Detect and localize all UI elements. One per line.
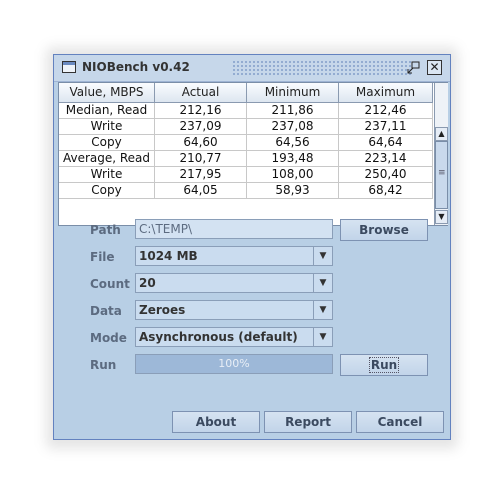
title-bar-grip (232, 60, 412, 76)
chevron-down-icon[interactable]: ▼ (313, 301, 332, 319)
table-cell: 250,40 (339, 167, 433, 182)
count-select-value: 20 (139, 276, 156, 290)
mode-label: Mode (90, 331, 127, 345)
table-row[interactable]: Write 217,95 108,00 250,40 (59, 167, 433, 183)
table-cell: 237,09 (155, 119, 247, 134)
run-button[interactable]: Run (340, 354, 428, 376)
table-cell: 210,77 (155, 151, 247, 166)
chevron-down-icon[interactable]: ▼ (313, 274, 332, 292)
table-cell: 68,42 (339, 183, 433, 198)
table-cell: Write (59, 119, 155, 134)
progress-text: 100% (218, 357, 250, 370)
table-cell: 217,95 (155, 167, 247, 182)
column-header[interactable]: Value, MBPS (59, 83, 155, 102)
close-icon[interactable]: ✕ (427, 60, 442, 75)
count-select[interactable]: 20 ▼ (135, 273, 333, 293)
scroll-up-arrow-icon[interactable]: ▲ (435, 127, 448, 141)
results-table: Value, MBPS Actual Minimum Maximum Media… (58, 82, 448, 226)
restore-icon[interactable] (406, 60, 421, 75)
table-cell: 212,46 (339, 103, 433, 118)
title-bar[interactable]: NIOBench v0.42 ✕ (54, 55, 450, 82)
table-row[interactable]: Copy 64,05 58,93 68,42 (59, 183, 433, 199)
run-button-label: Run (368, 357, 400, 373)
cancel-button[interactable]: Cancel (356, 411, 444, 433)
table-cell: 64,64 (339, 135, 433, 150)
table-cell: 58,93 (247, 183, 339, 198)
table-cell: Copy (59, 135, 155, 150)
mode-select[interactable]: Asynchronous (default) ▼ (135, 327, 333, 347)
run-label: Run (90, 358, 117, 372)
mode-select-value: Asynchronous (default) (139, 330, 298, 344)
path-label: Path (90, 223, 121, 237)
progress-bar: 100% (135, 354, 333, 374)
path-input[interactable]: C:\TEMP\ (135, 219, 333, 239)
table-row[interactable]: Copy 64,60 64,56 64,64 (59, 135, 433, 151)
table-cell: Write (59, 167, 155, 182)
table-cell: Copy (59, 183, 155, 198)
table-cell: 193,48 (247, 151, 339, 166)
table-cell: 64,05 (155, 183, 247, 198)
table-cell: Average, Read (59, 151, 155, 166)
data-select[interactable]: Zeroes ▼ (135, 300, 333, 320)
table-header: Value, MBPS Actual Minimum Maximum (59, 83, 433, 103)
window-icon (62, 61, 76, 73)
browse-button[interactable]: Browse (340, 219, 428, 241)
niobench-window: NIOBench v0.42 ✕ Value, MBPS Actual Mini… (53, 54, 451, 440)
table-body: Median, Read 212,16 211,86 212,46 Write 237,0… (59, 103, 433, 199)
table-cell: 237,08 (247, 119, 339, 134)
table-cell: 237,11 (339, 119, 433, 134)
column-header[interactable]: Maximum (339, 83, 433, 102)
table-cell: 211,86 (247, 103, 339, 118)
file-label: File (90, 250, 115, 264)
report-button[interactable]: Report (264, 411, 352, 433)
chevron-down-icon[interactable]: ▼ (313, 247, 332, 265)
about-button[interactable]: About (172, 411, 260, 433)
table-row[interactable]: Average, Read 210,77 193,48 223,14 (59, 151, 433, 167)
table-cell: 223,14 (339, 151, 433, 166)
table-cell: Median, Read (59, 103, 155, 118)
table-row[interactable]: Write 237,09 237,08 237,11 (59, 119, 433, 135)
file-select-value: 1024 MB (139, 249, 198, 263)
column-header[interactable]: Actual (155, 83, 247, 102)
table-cell: 64,56 (247, 135, 339, 150)
data-select-value: Zeroes (139, 303, 186, 317)
column-header[interactable]: Minimum (247, 83, 339, 102)
window-title: NIOBench v0.42 (82, 60, 190, 74)
table-row[interactable]: Median, Read 212,16 211,86 212,46 (59, 103, 433, 119)
file-select[interactable]: 1024 MB ▼ (135, 246, 333, 266)
scroll-thumb[interactable] (435, 141, 448, 209)
scroll-down-arrow-icon[interactable]: ▼ (435, 210, 448, 224)
data-label: Data (90, 304, 122, 318)
table-cell: 64,60 (155, 135, 247, 150)
table-cell: 108,00 (247, 167, 339, 182)
chevron-down-icon[interactable]: ▼ (313, 328, 332, 346)
table-cell: 212,16 (155, 103, 247, 118)
table-scrollbar[interactable]: ▲ ▼ (434, 83, 448, 225)
count-label: Count (90, 277, 130, 291)
